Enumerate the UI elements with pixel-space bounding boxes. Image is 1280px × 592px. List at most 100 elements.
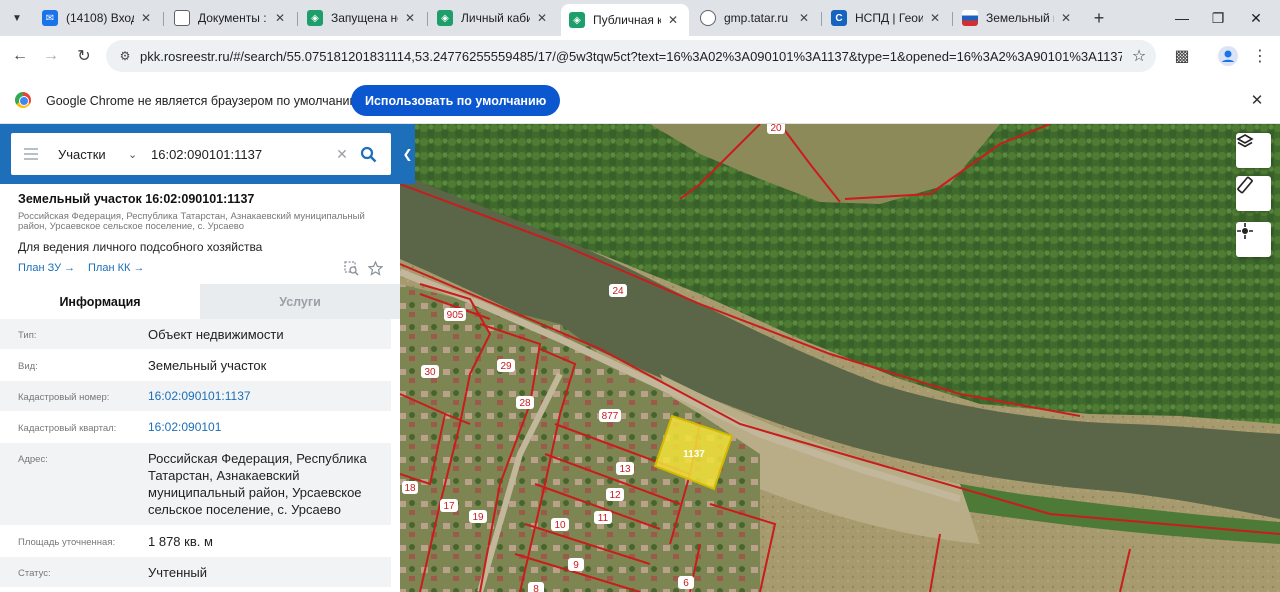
tab-information[interactable]: Информация xyxy=(0,284,200,319)
browser-tab-3[interactable]: ◈ Личный кабин ✕ xyxy=(429,4,558,32)
map-label: 6 xyxy=(678,576,694,589)
browser-tab-1[interactable]: Документы : Г ✕ xyxy=(166,4,296,32)
svg-text:28: 28 xyxy=(519,398,531,409)
bookmark-star-icon[interactable]: ☆ xyxy=(1122,46,1156,66)
search-category-select[interactable]: Участки xyxy=(58,147,128,162)
clear-icon[interactable]: ✕ xyxy=(331,146,353,163)
attr-value: Объект недвижимости xyxy=(148,327,284,342)
panel-tabs: Информация Услуги xyxy=(0,284,400,319)
rosreestr-icon: ◈ xyxy=(307,10,323,26)
extensions-icon[interactable]: ▩ xyxy=(1170,44,1194,68)
cadastral-number-link[interactable]: 16:02:090101:1137 xyxy=(148,381,391,411)
new-tab-button[interactable]: + xyxy=(1088,7,1110,29)
menu-kebab-icon[interactable]: ⋮ xyxy=(1248,44,1272,68)
browser-tab-4-active[interactable]: ◈ Публичная ка ✕ xyxy=(561,4,689,36)
attr-row-area: Площадь уточненная: 1 878 кв. м xyxy=(0,526,391,557)
url-text[interactable]: pkk.rosreestr.ru/#/search/55.07518120183… xyxy=(140,49,1122,64)
tab-title: НСПД | Геоин xyxy=(855,11,923,25)
menu-icon[interactable] xyxy=(11,148,51,160)
mail-icon: ✉ xyxy=(42,10,58,26)
svg-text:905: 905 xyxy=(447,310,464,321)
profile-avatar[interactable] xyxy=(1216,44,1240,68)
close-icon[interactable]: ✕ xyxy=(272,11,288,25)
tab-services[interactable]: Услуги xyxy=(200,284,400,319)
close-icon[interactable]: ✕ xyxy=(927,11,943,25)
locate-icon[interactable] xyxy=(1236,222,1271,257)
attr-row-address: Адрес: Российская Федерация, Республика … xyxy=(0,443,391,526)
zoom-to-object-icon[interactable] xyxy=(342,259,360,277)
attr-value: Российская Федерация, Республика Татарст… xyxy=(148,451,367,517)
globe-icon xyxy=(700,10,716,26)
map-label: 13 xyxy=(616,462,634,475)
map-label: 10 xyxy=(551,518,569,531)
reload-button[interactable]: ↻ xyxy=(72,44,96,68)
svg-text:17: 17 xyxy=(443,501,455,512)
svg-text:18: 18 xyxy=(404,483,416,494)
map-label: 19 xyxy=(469,510,487,523)
object-address: Российская Федерация, Республика Татарст… xyxy=(18,211,365,232)
attr-row-cadastral-number: Кадастровый номер: 16:02:090101:1137 xyxy=(0,381,391,412)
attr-key: Площадь уточненная: xyxy=(18,537,116,548)
rosreestr-icon: ◈ xyxy=(569,12,585,28)
close-icon[interactable]: ✕ xyxy=(665,13,681,27)
restore-button[interactable]: ❐ xyxy=(1208,8,1228,28)
attr-value: Земельный участок xyxy=(148,358,267,373)
svg-text:24: 24 xyxy=(612,286,624,297)
attr-key: Статус: xyxy=(18,568,51,579)
infobar-close-icon[interactable]: ✕ xyxy=(1248,91,1266,109)
window-close-button[interactable]: ✕ xyxy=(1246,8,1266,28)
browser-tab-0[interactable]: ✉ (14108) Входя ✕ xyxy=(34,4,162,32)
search-input[interactable]: 16:02:090101:1137 xyxy=(151,147,331,162)
chrome-logo-icon xyxy=(15,92,31,108)
tab-search-button[interactable]: ▼ xyxy=(6,7,28,29)
plan-zu-link[interactable]: План ЗУ → xyxy=(18,262,75,274)
plan-kk-label: План КК xyxy=(88,262,131,274)
map-label: 24 xyxy=(609,284,627,297)
browser-tab-2[interactable]: ◈ Запущена нов ✕ xyxy=(299,4,426,32)
tab-title: Запущена нов xyxy=(331,11,398,25)
back-button[interactable]: ← xyxy=(8,44,32,68)
svg-text:29: 29 xyxy=(500,361,512,372)
address-bar[interactable]: ⚙ pkk.rosreestr.ru/#/search/55.075181201… xyxy=(106,40,1156,72)
forward-button[interactable]: → xyxy=(39,44,63,68)
svg-text:19: 19 xyxy=(472,512,484,523)
search-icon[interactable] xyxy=(353,146,383,163)
layers-icon[interactable] xyxy=(1236,133,1271,168)
favorite-star-icon[interactable] xyxy=(366,259,384,277)
close-icon[interactable]: ✕ xyxy=(138,11,154,25)
ruler-icon[interactable] xyxy=(1236,176,1271,211)
svg-text:1137: 1137 xyxy=(683,449,705,460)
browser-toolbar: ← → ↻ ⚙ pkk.rosreestr.ru/#/search/55.075… xyxy=(0,36,1280,76)
tab-strip: ▼ ✉ (14108) Входя ✕ Документы : Г ✕ ◈ За… xyxy=(0,0,1280,36)
close-icon[interactable]: ✕ xyxy=(402,11,418,25)
tab-title: gmp.tatar.ru xyxy=(724,11,789,25)
search-box: Участки ⌄ 16:02:090101:1137 ✕ xyxy=(11,133,391,175)
default-browser-infobar: Google Chrome не является браузером по у… xyxy=(0,76,1280,124)
set-default-button[interactable]: Использовать по умолчанию xyxy=(351,85,561,116)
site-info-icon[interactable]: ⚙ xyxy=(110,49,140,63)
svg-text:20: 20 xyxy=(770,124,782,134)
object-title: Земельный участок 16:02:090101:1137 xyxy=(18,192,255,206)
doc-icon xyxy=(174,10,190,26)
object-usage: Для ведения личного подсобного хозяйства xyxy=(18,240,263,254)
close-icon[interactable]: ✕ xyxy=(534,11,550,25)
browser-tab-6[interactable]: C НСПД | Геоин ✕ xyxy=(823,4,951,32)
attr-value: 1 878 кв. м xyxy=(148,534,213,549)
close-icon[interactable]: ✕ xyxy=(1058,11,1074,25)
attr-key: Адрес: xyxy=(18,454,48,465)
map-label: 12 xyxy=(606,488,624,501)
minimize-button[interactable]: — xyxy=(1172,8,1192,28)
svg-text:6: 6 xyxy=(683,578,689,589)
rosreestr-icon: ◈ xyxy=(437,10,453,26)
plan-kk-link[interactable]: План КК → xyxy=(88,262,144,274)
map-label: 30 xyxy=(421,365,439,378)
collapse-panel-button[interactable]: ❮ xyxy=(400,124,415,184)
browser-tab-5[interactable]: gmp.tatar.ru ✕ xyxy=(692,4,820,32)
browser-tab-7[interactable]: Земельный ко ✕ xyxy=(954,4,1082,32)
tab-title: Публичная ка xyxy=(593,13,661,27)
nspd-icon: C xyxy=(831,10,847,26)
tab-title: (14108) Входя xyxy=(66,11,134,25)
cadastral-quarter-link[interactable]: 16:02:090101 xyxy=(148,412,391,442)
close-icon[interactable]: ✕ xyxy=(796,11,812,25)
chevron-down-icon[interactable]: ⌄ xyxy=(128,148,148,161)
